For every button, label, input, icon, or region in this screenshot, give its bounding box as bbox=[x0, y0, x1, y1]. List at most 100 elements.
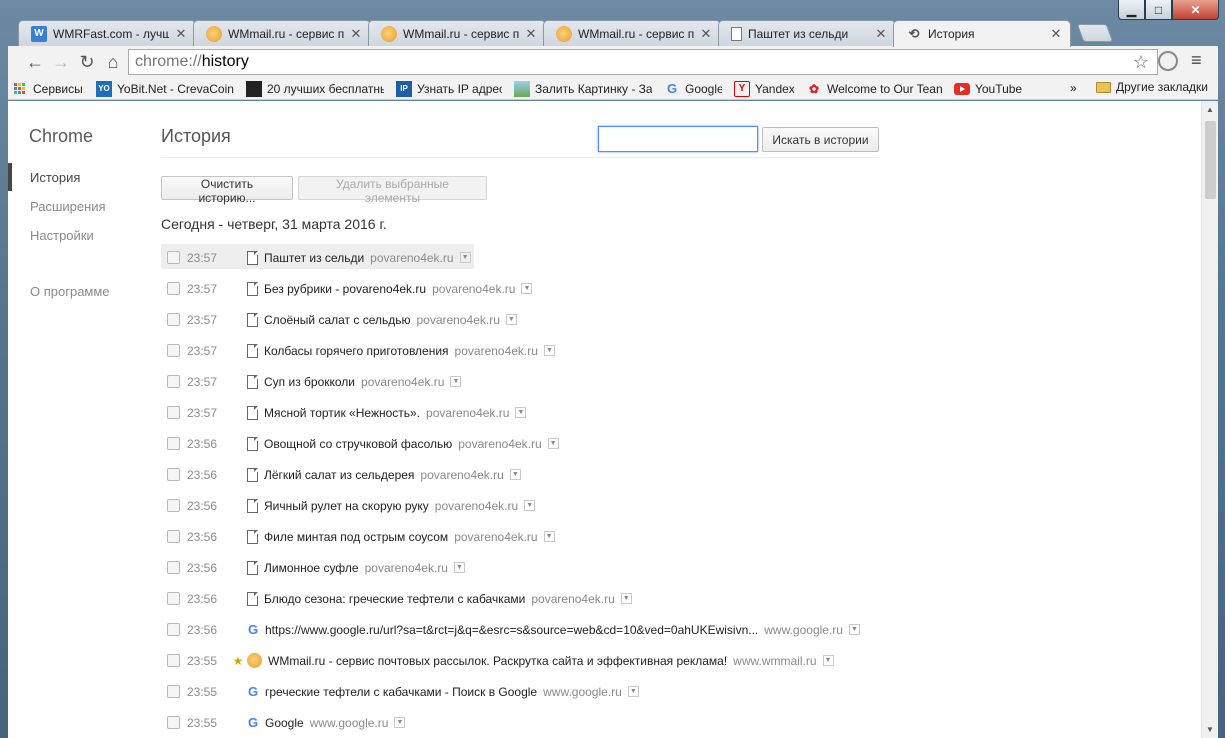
scrollbar[interactable]: ▲ ▼ bbox=[1201, 101, 1218, 738]
other-bookmarks[interactable]: Другие закладки bbox=[1096, 80, 1208, 94]
entry-checkbox[interactable] bbox=[167, 282, 180, 295]
close-icon[interactable]: ✕ bbox=[700, 26, 712, 42]
tab-wmmail-1[interactable]: WMmail.ru - сервис по ✕ bbox=[193, 20, 371, 46]
close-icon[interactable]: ✕ bbox=[175, 26, 187, 42]
entry-menu-dropdown-icon[interactable]: ▼ bbox=[515, 407, 527, 418]
bookmark-google[interactable]: G Google bbox=[658, 81, 728, 97]
entry-title-link[interactable]: WMmail.ru - сервис почтовых рассылок. Ра… bbox=[268, 654, 727, 668]
history-entry[interactable]: 23:56 Лимонное суфле povareno4ek.ru ▼ bbox=[161, 552, 1061, 583]
entry-title-link[interactable]: Google bbox=[265, 716, 304, 730]
entry-checkbox[interactable] bbox=[167, 685, 180, 698]
sidebar-item-extensions[interactable]: Расширения bbox=[8, 192, 148, 220]
entry-menu-dropdown-icon[interactable]: ▼ bbox=[394, 717, 406, 728]
remove-selected-button[interactable]: Удалить выбранные элементы bbox=[298, 176, 487, 205]
back-arrow-icon[interactable]: ← bbox=[22, 49, 48, 75]
entry-checkbox[interactable] bbox=[167, 313, 180, 326]
entry-menu-dropdown-icon[interactable]: ▼ bbox=[450, 376, 462, 387]
entry-menu-dropdown-icon[interactable]: ▼ bbox=[453, 562, 465, 573]
entry-title-link[interactable]: Лёгкий салат из сельдерея bbox=[264, 468, 414, 482]
history-entry[interactable]: 23:57 Суп из брокколи povareno4ek.ru ▼ bbox=[161, 366, 1061, 397]
entry-checkbox[interactable] bbox=[167, 251, 180, 264]
entry-menu-dropdown-icon[interactable]: ▼ bbox=[521, 283, 533, 294]
home-icon[interactable]: ⌂ bbox=[100, 49, 126, 75]
entry-title-link[interactable]: Слоёный салат с сельдью bbox=[264, 313, 410, 327]
entry-menu-dropdown-icon[interactable]: ▼ bbox=[509, 469, 521, 480]
scroll-down-arrow-icon[interactable]: ▼ bbox=[1206, 725, 1214, 734]
forward-arrow-icon[interactable]: → bbox=[48, 49, 74, 75]
close-icon[interactable]: ✕ bbox=[525, 26, 537, 42]
bookmark-apps[interactable]: Сервисы bbox=[8, 82, 90, 96]
entry-menu-dropdown-icon[interactable]: ▼ bbox=[848, 624, 860, 635]
clear-history-button[interactable]: Очистить историю... bbox=[161, 176, 293, 205]
entry-menu-dropdown-icon[interactable]: ▼ bbox=[547, 438, 559, 449]
scrollbar-thumb[interactable] bbox=[1205, 121, 1216, 199]
sidebar-item-settings[interactable]: Настройки bbox=[8, 221, 148, 249]
entry-title-link[interactable]: Без рубрики - povareno4ek.ru bbox=[264, 282, 426, 296]
bookmark-image-upload[interactable]: Залить Картинку - За bbox=[508, 80, 658, 97]
entry-menu-dropdown-icon[interactable]: ▼ bbox=[627, 686, 639, 697]
address-bar[interactable]: chrome://history ☆ bbox=[128, 49, 1158, 75]
entry-title-link[interactable]: Суп из брокколи bbox=[264, 375, 355, 389]
entry-checkbox[interactable] bbox=[167, 437, 180, 450]
history-search-input[interactable] bbox=[598, 126, 758, 152]
history-entry[interactable]: 23:57 Колбасы горячего приготовления povar… bbox=[161, 335, 1061, 366]
history-entry[interactable]: 23:56 Филе минтая под острым соусом povare… bbox=[161, 521, 1061, 552]
history-entry[interactable]: 23:56 Блюдо сезона: греческие тефтели с к… bbox=[161, 583, 1061, 614]
scroll-up-arrow-icon[interactable]: ▲ bbox=[1206, 105, 1214, 114]
bookmark-youtube[interactable]: YouTube bbox=[948, 82, 1028, 96]
close-icon[interactable]: ✕ bbox=[350, 26, 362, 42]
entry-title-link[interactable]: Лимонное суфле bbox=[264, 561, 359, 575]
entry-title-link[interactable]: греческие тефтели с кабачками - Поиск в … bbox=[265, 685, 537, 699]
history-entry[interactable]: 23:57 Мясной тортик «Нежность». povareno4e… bbox=[161, 397, 1061, 428]
entry-checkbox[interactable] bbox=[167, 499, 180, 512]
entry-title-link[interactable]: Блюдо сезона: греческие тефтели с кабачк… bbox=[264, 592, 525, 606]
bookmark-yobit[interactable]: YO YoBit.Net - CrevaCoin bbox=[90, 80, 240, 97]
entry-title-link[interactable]: Паштет из сельди bbox=[264, 251, 364, 265]
close-icon[interactable]: ✕ bbox=[875, 26, 887, 42]
tab-wmmail-3[interactable]: WMmail.ru - сервис по ✕ bbox=[543, 20, 721, 46]
bookmark-20-best[interactable]: 20 лучших бесплатны bbox=[240, 80, 390, 97]
entry-checkbox[interactable] bbox=[167, 344, 180, 357]
more-bookmarks-chevron-icon[interactable]: » bbox=[1070, 81, 1077, 95]
entry-title-link[interactable]: Овощной со стручковой фасолью bbox=[264, 437, 452, 451]
tab-wmrfast[interactable]: W WMRFast.com - лучше ✕ bbox=[18, 20, 196, 46]
history-entry[interactable]: 23:56 Яичный рулет на скорую руку povareno… bbox=[161, 490, 1061, 521]
entry-menu-dropdown-icon[interactable]: ▼ bbox=[822, 655, 834, 666]
entry-checkbox[interactable] bbox=[167, 406, 180, 419]
close-window-button[interactable]: ✕ bbox=[1172, 0, 1219, 20]
bookmark-ip[interactable]: IP Узнать IP адрес bbox=[390, 80, 508, 97]
entry-checkbox[interactable] bbox=[167, 530, 180, 543]
history-entry[interactable]: 23:56 Ghttps://www.google.ru/url?sa=t&rct… bbox=[161, 614, 1061, 645]
entry-checkbox[interactable] bbox=[167, 716, 180, 729]
bookmark-team[interactable]: ✿ Welcome to Our Tean bbox=[800, 81, 948, 97]
entry-menu-dropdown-icon[interactable]: ▼ bbox=[543, 345, 555, 356]
entry-menu-dropdown-icon[interactable]: ▼ bbox=[459, 252, 471, 263]
tab-wmmail-2[interactable]: WMmail.ru - сервис по ✕ bbox=[368, 20, 546, 46]
entry-checkbox[interactable] bbox=[167, 592, 180, 605]
entry-checkbox[interactable] bbox=[167, 654, 180, 667]
new-tab-button[interactable] bbox=[1076, 24, 1114, 42]
entry-checkbox[interactable] bbox=[167, 468, 180, 481]
tab-pashtet[interactable]: Паштет из сельди ✕ bbox=[718, 20, 896, 46]
entry-checkbox[interactable] bbox=[167, 561, 180, 574]
history-entry[interactable]: 23:57 Без рубрики - povareno4ek.ru povaren… bbox=[161, 273, 1061, 304]
entry-checkbox[interactable] bbox=[167, 623, 180, 636]
history-entry[interactable]: 23:55 ★ WMmail.ru - сервис почтовых рассыл… bbox=[161, 645, 1061, 676]
entry-menu-dropdown-icon[interactable]: ▼ bbox=[524, 500, 536, 511]
entry-menu-dropdown-icon[interactable]: ▼ bbox=[620, 593, 632, 604]
entry-title-link[interactable]: Яичный рулет на скорую руку bbox=[264, 499, 429, 513]
entry-menu-dropdown-icon[interactable]: ▼ bbox=[543, 531, 555, 542]
entry-title-link[interactable]: Мясной тортик «Нежность». bbox=[264, 406, 420, 420]
reload-icon[interactable]: ↻ bbox=[74, 49, 100, 75]
sidebar-item-history[interactable]: История bbox=[8, 163, 148, 191]
bookmark-star-icon[interactable]: ☆ bbox=[1133, 52, 1149, 73]
history-entry[interactable]: 23:57 Паштет из сельди povareno4ek.ru ▼ bbox=[161, 242, 1061, 273]
entry-menu-dropdown-icon[interactable]: ▼ bbox=[505, 314, 517, 325]
entry-title-link[interactable]: Колбасы горячего приготовления bbox=[264, 344, 449, 358]
menu-icon[interactable]: ≡ bbox=[1191, 50, 1202, 71]
history-entry[interactable]: 23:57 Слоёный салат с сельдью povareno4ek.… bbox=[161, 304, 1061, 335]
history-entry[interactable]: 23:56 Лёгкий салат из сельдерея povareno4e… bbox=[161, 459, 1061, 490]
globe-extension-icon[interactable] bbox=[1158, 51, 1178, 71]
bookmark-yandex[interactable]: Y Yandex bbox=[728, 80, 800, 97]
history-entry[interactable]: 23:56 Овощной со стручковой фасолью povare… bbox=[161, 428, 1061, 459]
